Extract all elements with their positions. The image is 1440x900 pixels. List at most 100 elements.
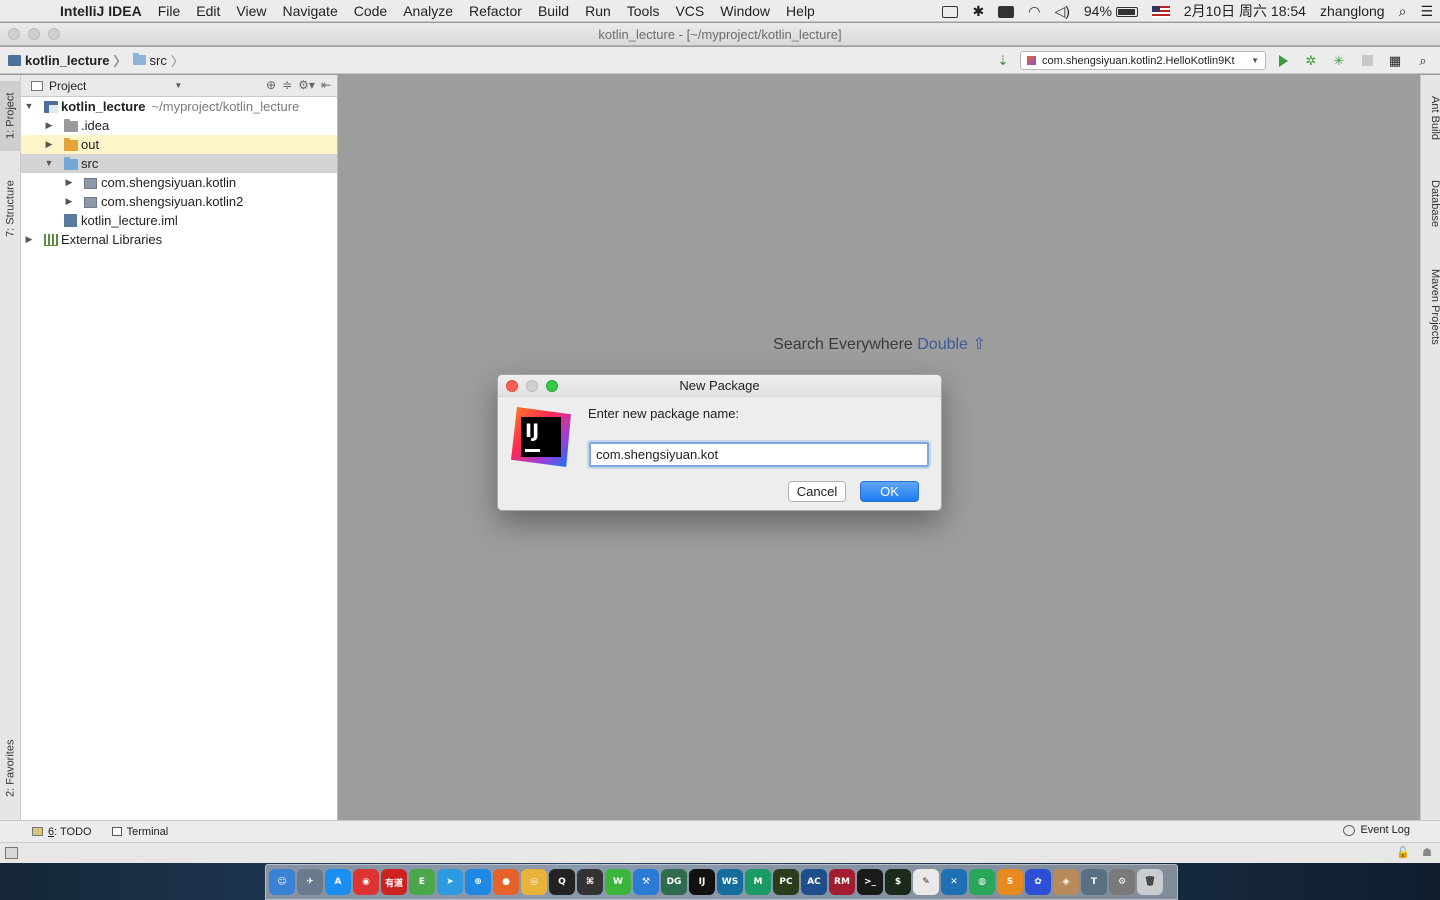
collapse-all-icon[interactable]: ≑ <box>282 78 292 92</box>
chevron-down-icon[interactable]: ▼ <box>174 81 182 90</box>
tree-node-package-kotlin[interactable]: ▶ com.shengsiyuan.kotlin <box>21 173 337 192</box>
dock-youdao-icon[interactable]: 有道 <box>381 869 407 895</box>
tab-favorites[interactable]: 2: Favorites <box>0 725 21 811</box>
settings-gear-icon[interactable]: ⚙▾ <box>298 78 315 92</box>
dialog-zoom-button[interactable] <box>546 380 558 392</box>
dock-system-preferences-icon[interactable]: ⚙ <box>1109 869 1135 895</box>
input-menu-icon[interactable] <box>991 0 1021 22</box>
tool-windows-toggle-icon[interactable] <box>5 847 18 859</box>
chevron-right-icon[interactable]: ▶ <box>43 116 55 135</box>
ok-button[interactable]: OK <box>860 481 919 502</box>
lock-icon[interactable]: 🔓 <box>1396 846 1410 859</box>
tab-maven-projects[interactable]: Maven Projects <box>1421 259 1440 355</box>
dock-appcode-icon[interactable]: AC <box>801 869 827 895</box>
screen-share-icon[interactable] <box>935 0 965 22</box>
dock-browser-icon[interactable]: ◍ <box>969 869 995 895</box>
stop-button[interactable] <box>1356 50 1378 72</box>
menu-build[interactable]: Build <box>530 0 577 22</box>
dock-chrome-icon[interactable]: ◎ <box>521 869 547 895</box>
tab-database[interactable]: Database <box>1421 169 1440 239</box>
tab-project[interactable]: 1: Project <box>0 81 21 151</box>
dock-launchpad-icon[interactable]: ✈ <box>297 869 323 895</box>
dock-evernote-icon[interactable]: E <box>409 869 435 895</box>
dock-webstorm-icon[interactable]: WS <box>717 869 743 895</box>
menu-edit[interactable]: Edit <box>188 0 228 22</box>
dock-rubymine-icon[interactable]: RM <box>829 869 855 895</box>
dock-intellij-icon[interactable]: IJ <box>689 869 715 895</box>
dock-app-store-icon[interactable]: A <box>325 869 351 895</box>
dock-terminal-icon[interactable]: >_ <box>857 869 883 895</box>
dock-baidu-icon[interactable]: ✿ <box>1025 869 1051 895</box>
chevron-right-icon[interactable]: ▶ <box>63 192 75 211</box>
package-name-input[interactable] <box>589 442 929 467</box>
menu-analyze[interactable]: Analyze <box>395 0 461 22</box>
battery-percent[interactable]: 94% <box>1077 0 1145 22</box>
tree-node-idea[interactable]: ▶ .idea <box>21 116 337 135</box>
dock-qq-icon[interactable]: Q <box>549 869 575 895</box>
dock-preview-icon[interactable]: ◈ <box>1053 869 1079 895</box>
dock-trash-icon[interactable]: 🗑 <box>1137 869 1163 895</box>
scroll-from-source-icon[interactable]: ⊕ <box>266 78 276 92</box>
dock-xcode-icon[interactable]: ⚒ <box>633 869 659 895</box>
notification-center-icon[interactable]: ☰ <box>1413 0 1440 22</box>
breadcrumb-src[interactable]: src 〉 <box>132 51 190 70</box>
dock-netease-music-icon[interactable]: ◉ <box>353 869 379 895</box>
menu-vcs[interactable]: VCS <box>667 0 712 22</box>
chevron-right-icon[interactable]: ▶ <box>43 135 55 154</box>
tree-node-package-kotlin2[interactable]: ▶ com.shengsiyuan.kotlin2 <box>21 192 337 211</box>
dock-pycharm-icon[interactable]: PC <box>773 869 799 895</box>
tab-terminal[interactable]: Terminal <box>111 826 168 838</box>
dock-telegram-icon[interactable]: ➤ <box>437 869 463 895</box>
dock-github-icon[interactable]: ⌘ <box>577 869 603 895</box>
menu-app-name[interactable]: IntelliJ IDEA <box>52 0 150 22</box>
tree-node-external-libraries[interactable]: ▶ External Libraries <box>21 230 337 249</box>
menu-run[interactable]: Run <box>577 0 619 22</box>
dock-instruments-icon[interactable]: T <box>1081 869 1107 895</box>
dock-clion-icon[interactable]: M <box>745 869 771 895</box>
menu-window[interactable]: Window <box>712 0 778 22</box>
chevron-down-icon[interactable]: ▼ <box>43 154 55 173</box>
menu-refactor[interactable]: Refactor <box>461 0 530 22</box>
chevron-right-icon[interactable]: ▶ <box>23 230 35 249</box>
tree-node-iml[interactable]: kotlin_lecture.iml <box>21 211 337 230</box>
menu-tools[interactable]: Tools <box>619 0 668 22</box>
spotlight-search-icon[interactable]: ⌕ <box>1392 0 1414 22</box>
hide-panel-icon[interactable]: ⇤ <box>321 78 331 92</box>
minimize-window-button[interactable] <box>28 28 40 40</box>
close-window-button[interactable] <box>8 28 20 40</box>
menu-navigate[interactable]: Navigate <box>274 0 345 22</box>
tree-node-src[interactable]: ▼ src <box>21 154 337 173</box>
inspector-icon[interactable]: ☗ <box>1422 846 1432 859</box>
project-view-select[interactable]: Project <box>49 79 86 93</box>
search-everywhere-icon[interactable]: ⌕ <box>1412 50 1434 72</box>
dock-iterm-icon[interactable]: $ <box>885 869 911 895</box>
project-structure-icon[interactable]: ▦ <box>1384 50 1406 72</box>
run-button[interactable] <box>1272 50 1294 72</box>
run-configuration-select[interactable]: com.shengsiyuan.kotlin2.HelloKotlin9Kt ▼ <box>1020 51 1266 70</box>
clock[interactable]: 2月10日 周六 18:54 <box>1177 0 1313 22</box>
menu-help[interactable]: Help <box>778 0 823 22</box>
dock-finder-icon[interactable]: ☺ <box>269 869 295 895</box>
run-with-coverage-button[interactable]: ✳ <box>1328 50 1350 72</box>
tree-node-out[interactable]: ▶ out <box>21 135 337 154</box>
tab-ant-build[interactable]: Ant Build <box>1421 85 1440 151</box>
dock-wechat-icon[interactable]: W <box>605 869 631 895</box>
dock-sublime-text-icon[interactable]: S <box>997 869 1023 895</box>
dock-textedit-icon[interactable]: ✎ <box>913 869 939 895</box>
wifi-icon[interactable]: ◠ <box>1021 0 1047 22</box>
cancel-button[interactable]: Cancel <box>788 481 846 502</box>
volume-icon[interactable]: ◁) <box>1047 0 1076 22</box>
dock-visual-studio-code-icon[interactable]: ✕ <box>941 869 967 895</box>
dock-safari-icon[interactable]: ⊕ <box>465 869 491 895</box>
tree-node-kotlin-lecture[interactable]: ▼ kotlin_lecture ~/myproject/kotlin_lectu… <box>21 97 337 116</box>
build-project-icon[interactable]: ⇣ <box>992 50 1014 72</box>
dock-datagrip-icon[interactable]: DG <box>661 869 687 895</box>
breadcrumb-project[interactable]: kotlin_lecture 〉 <box>0 51 133 70</box>
bluetooth-icon[interactable]: ✱ <box>965 0 991 22</box>
zoom-window-button[interactable] <box>48 28 60 40</box>
user-name[interactable]: zhanglong <box>1313 0 1392 22</box>
tab-event-log[interactable]: Event Log <box>1343 824 1410 836</box>
chevron-right-icon[interactable]: ▶ <box>63 173 75 192</box>
tab-structure[interactable]: 7: Structure <box>0 167 21 251</box>
menu-file[interactable]: File <box>150 0 189 22</box>
